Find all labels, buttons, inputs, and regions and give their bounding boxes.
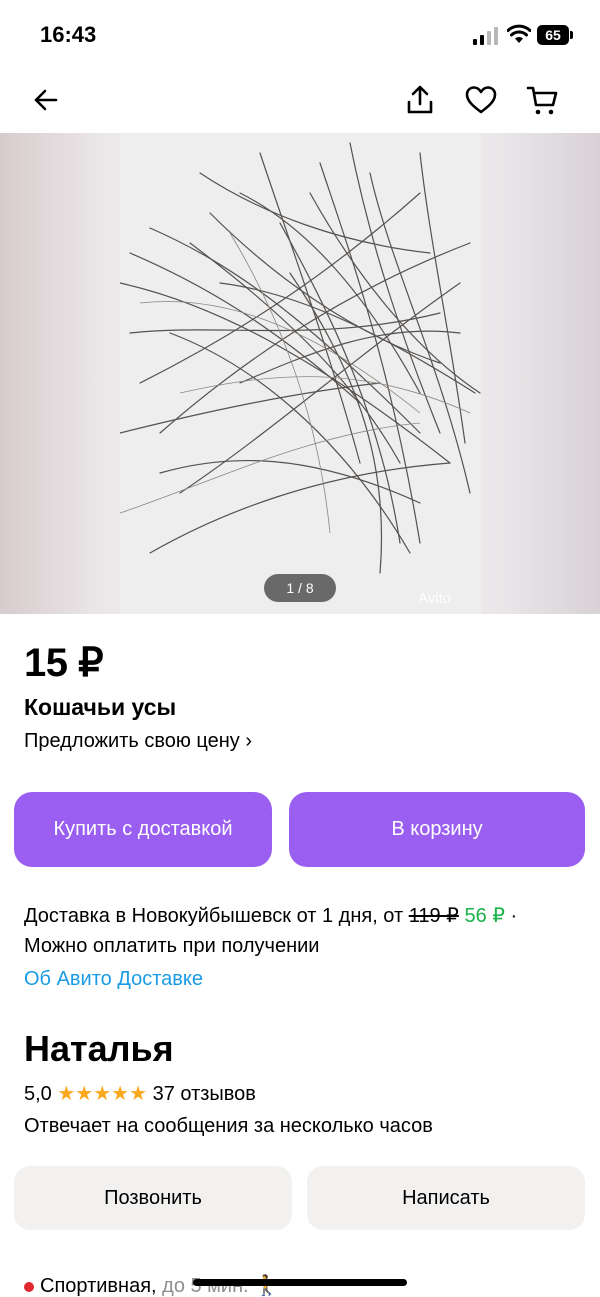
wifi-icon bbox=[507, 24, 531, 43]
photo-page-indicator: 1 / 8 bbox=[264, 574, 336, 602]
photo-gallery[interactable]: 1 / 8 Avito bbox=[0, 133, 600, 614]
delivery-new-price: 56 ₽ bbox=[464, 905, 505, 927]
home-indicator[interactable] bbox=[193, 1279, 407, 1286]
listing-price: 15 ₽ bbox=[24, 641, 104, 685]
delivery-info: Доставка в Новокуйбышевск от 1 дня, от 1… bbox=[24, 903, 517, 928]
buy-with-delivery-button[interactable]: Купить с доставкой bbox=[14, 792, 272, 867]
message-button[interactable]: Написать bbox=[307, 1166, 585, 1230]
about-avito-delivery-link[interactable]: Об Авито Доставке bbox=[24, 968, 203, 991]
arrow-left-icon[interactable] bbox=[28, 82, 64, 118]
share-icon[interactable] bbox=[402, 82, 438, 118]
offer-price-label: Предложить свою цену bbox=[24, 730, 240, 752]
avito-watermark: Avito bbox=[418, 590, 452, 607]
rating-value: 5,0 bbox=[24, 1083, 52, 1105]
star-rating-icon: ★★★★★ bbox=[57, 1083, 148, 1105]
battery-level: 65 bbox=[537, 25, 569, 45]
seller-name[interactable]: Наталья bbox=[24, 1028, 174, 1070]
product-photo[interactable] bbox=[120, 133, 481, 614]
metro-station-name: Спортивная, bbox=[40, 1275, 163, 1297]
delivery-text: Доставка в Новокуйбышевск от 1 дня, от bbox=[24, 905, 409, 927]
reviews-count: 37 отзывов bbox=[152, 1083, 256, 1105]
status-bar: 16:43 65 bbox=[0, 0, 600, 70]
add-to-cart-button[interactable]: В корзину bbox=[289, 792, 585, 867]
battery-icon: 65 bbox=[537, 25, 575, 45]
chevron-right-icon: › bbox=[245, 730, 253, 752]
seller-rating[interactable]: 5,0 ★★★★★ 37 отзывов bbox=[24, 1081, 256, 1106]
cart-icon[interactable] bbox=[525, 82, 561, 118]
seller-response-time: Отвечает на сообщения за несколько часов bbox=[24, 1115, 433, 1137]
status-time: 16:43 bbox=[40, 22, 97, 47]
top-nav-bar bbox=[0, 70, 600, 132]
call-button[interactable]: Позвонить bbox=[14, 1166, 292, 1230]
listing-title: Кошачьи усы bbox=[24, 694, 177, 720]
offer-price-link[interactable]: Предложить свою цену › bbox=[24, 730, 252, 753]
delivery-separator: · bbox=[504, 905, 518, 927]
heart-icon[interactable] bbox=[463, 82, 499, 118]
delivery-old-price: 119 ₽ bbox=[408, 905, 459, 927]
cellular-signal-icon bbox=[473, 27, 498, 45]
payment-note: Можно оплатить при получении bbox=[24, 935, 320, 957]
metro-line-icon bbox=[24, 1281, 34, 1292]
